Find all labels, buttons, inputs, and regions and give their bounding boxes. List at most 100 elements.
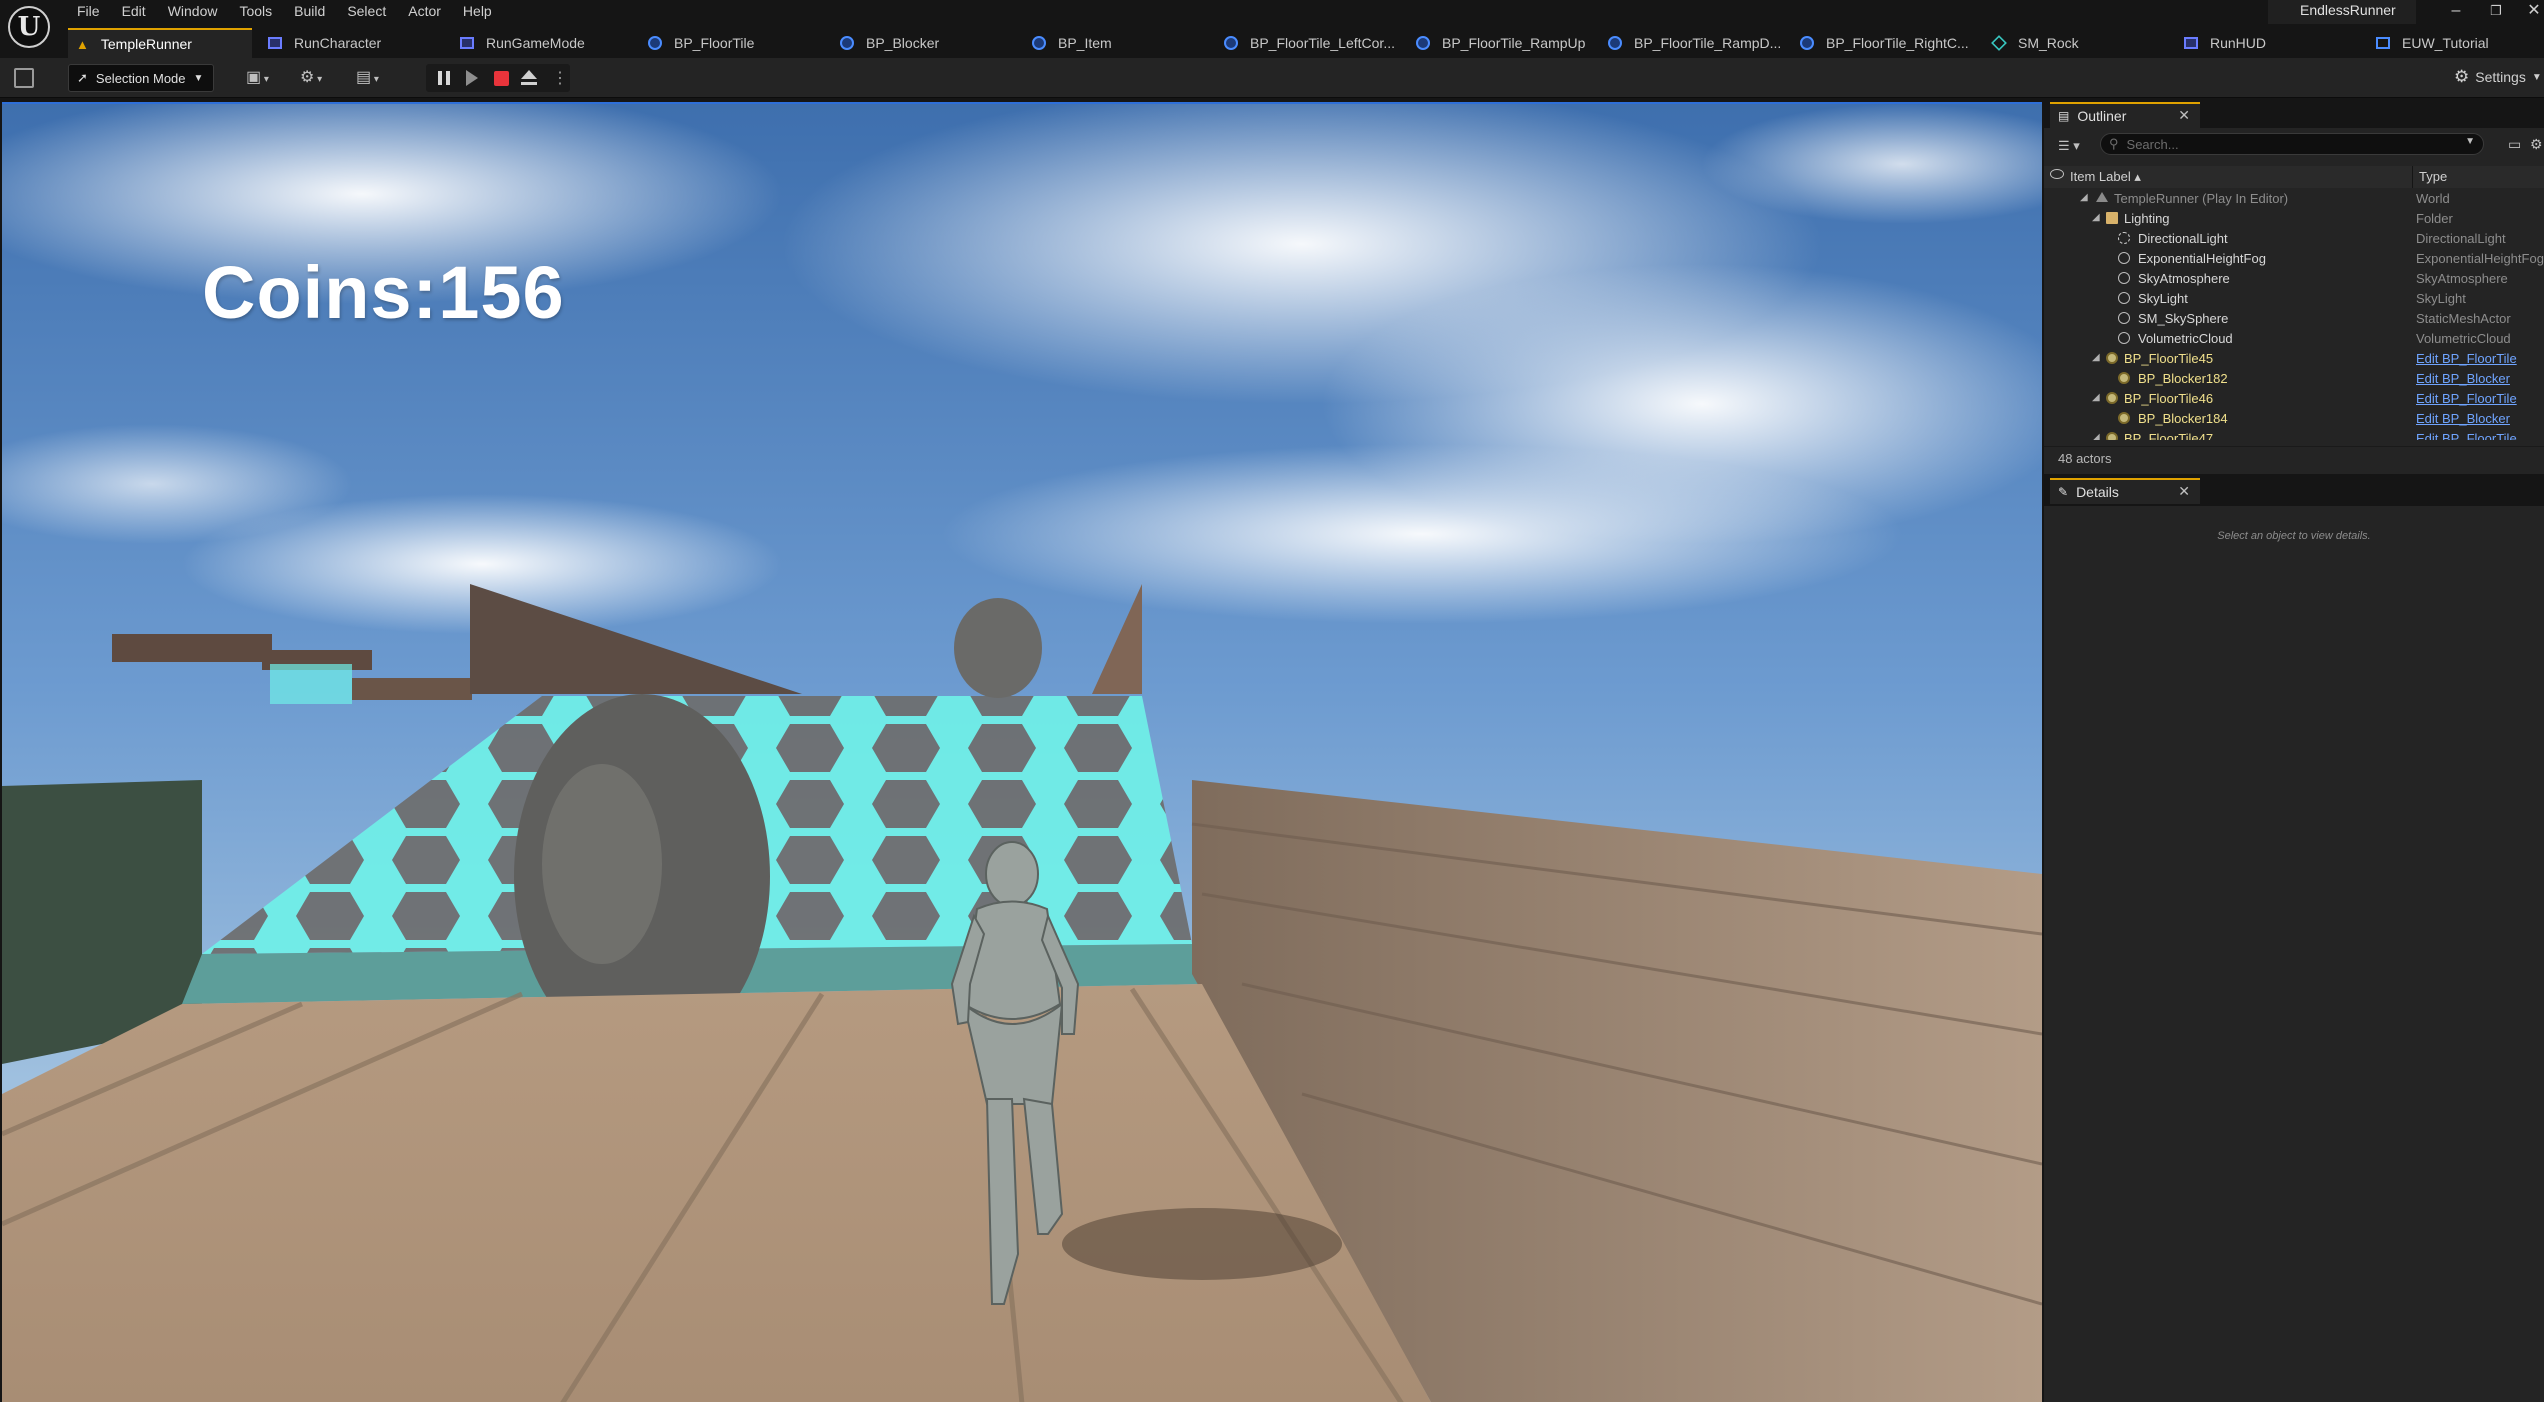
collapse-arrow-icon[interactable]: ◢ — [2092, 352, 2100, 363]
tab-rungamemode[interactable]: RunGameMode — [452, 28, 585, 58]
menu-window[interactable]: Window — [157, 0, 229, 24]
main-menu: File Edit Window Tools Build Select Acto… — [66, 0, 503, 24]
search-input[interactable]: Search... — [2127, 137, 2179, 152]
tree-row-label: DirectionalLight — [2138, 231, 2228, 246]
tree-row-volumetric-cloud[interactable]: VolumetricCloud VolumetricCloud — [2044, 328, 2544, 348]
tree-row-label: BP_FloorTile47 — [2124, 431, 2214, 440]
menu-build[interactable]: Build — [283, 0, 336, 24]
add-folder-icon[interactable]: ▭ — [2508, 136, 2521, 153]
more-options-icon[interactable]: ⋮ — [552, 68, 568, 88]
minimize-icon[interactable]: – — [2436, 0, 2476, 24]
tree-row-bp-blocker182[interactable]: BP_Blocker182 Edit BP_Blocker — [2044, 368, 2544, 388]
cloud-icon — [2118, 332, 2130, 344]
outliner-search[interactable]: ⚲ Search... ▼ — [2100, 133, 2484, 155]
tree-row-bp-floortile45[interactable]: ◢ BP_FloorTile45 Edit BP_FloorTile — [2044, 348, 2544, 368]
close-icon[interactable]: ✕ — [2178, 107, 2190, 124]
tree-row-label: SkyAtmosphere — [2138, 271, 2230, 286]
blueprint-actor-icon — [2106, 432, 2118, 440]
tab-label: RunHUD — [2210, 35, 2267, 51]
details-icon: ✎ — [2058, 485, 2069, 499]
tab-bp-floortile-rampup[interactable]: BP_FloorTile_RampUp — [1408, 28, 1585, 58]
tree-row-skylight[interactable]: SkyLight SkyLight — [2044, 288, 2544, 308]
tab-label: BP_FloorTile_RampUp — [1442, 35, 1586, 51]
blueprint-actor-icon — [2106, 392, 2118, 404]
gear-icon[interactable]: ⚙ — [2530, 136, 2543, 153]
tree-row-sm-skysphere[interactable]: SM_SkySphere StaticMeshActor — [2044, 308, 2544, 328]
maximize-icon[interactable]: ❐ — [2476, 0, 2516, 24]
save-icon[interactable] — [14, 68, 34, 88]
selection-mode-dropdown[interactable]: ➚ Selection Mode ▼ — [68, 64, 214, 92]
tab-euw-tutorial[interactable]: EUW_Tutorial — [2368, 28, 2489, 58]
column-type[interactable]: Type — [2412, 166, 2447, 188]
edit-blueprint-link[interactable]: Edit BP_FloorTile — [2416, 431, 2517, 440]
level-viewport[interactable]: Coins:156 — [2, 102, 2042, 1402]
tab-runcharacter[interactable]: RunCharacter — [260, 28, 381, 58]
tab-runhud[interactable]: RunHUD — [2176, 28, 2266, 58]
add-actor-icon[interactable]: ▣ ▾ — [246, 67, 269, 89]
menu-tools[interactable]: Tools — [228, 0, 283, 24]
outliner-title: Outliner — [2077, 108, 2127, 124]
menu-help[interactable]: Help — [452, 0, 503, 24]
eject-icon[interactable] — [520, 70, 538, 86]
resume-icon[interactable] — [466, 70, 478, 86]
tree-row-type: VolumetricCloud — [2416, 331, 2511, 346]
menu-edit[interactable]: Edit — [111, 0, 157, 24]
blueprint-actor-icon — [2106, 352, 2118, 364]
folder-icon — [2106, 212, 2118, 224]
menu-select[interactable]: Select — [336, 0, 397, 24]
tab-label: BP_FloorTile — [674, 35, 755, 51]
edit-blueprint-link[interactable]: Edit BP_Blocker — [2416, 371, 2510, 386]
tab-bp-floortile-leftcorner[interactable]: BP_FloorTile_LeftCor... — [1216, 28, 1395, 58]
tree-row-sky-atmosphere[interactable]: SkyAtmosphere SkyAtmosphere — [2044, 268, 2544, 288]
directional-light-icon — [2118, 232, 2130, 244]
close-icon[interactable]: ✕ — [2178, 483, 2190, 500]
close-icon[interactable]: ✕ — [2514, 0, 2544, 24]
pause-icon[interactable] — [438, 71, 450, 85]
tab-bp-item[interactable]: BP_Item — [1024, 28, 1112, 58]
edit-blueprint-link[interactable]: Edit BP_FloorTile — [2416, 391, 2517, 406]
outliner-header: Item Label ▴ Type — [2044, 166, 2544, 188]
stop-icon[interactable] — [494, 71, 509, 86]
tab-bp-floortile-rightcorner[interactable]: BP_FloorTile_RightC... — [1792, 28, 1969, 58]
collapse-arrow-icon[interactable]: ◢ — [2092, 212, 2100, 223]
tree-row-folder-lighting[interactable]: ◢ Lighting Folder — [2044, 208, 2544, 228]
collapse-arrow-icon[interactable]: ◢ — [2080, 192, 2088, 203]
column-item-label[interactable]: Item Label ▴ — [2070, 169, 2141, 185]
menu-actor[interactable]: Actor — [397, 0, 452, 24]
settings-button[interactable]: ⚙ Settings ▼ — [2454, 67, 2542, 87]
blueprints-menu-icon[interactable]: ⚙ ▾ — [300, 67, 322, 89]
tree-row-bp-blocker184[interactable]: BP_Blocker184 Edit BP_Blocker — [2044, 408, 2544, 428]
tab-bp-floortile-rampdown[interactable]: BP_FloorTile_RampD... — [1600, 28, 1781, 58]
tab-templerunner[interactable]: ▲ TempleRunner — [68, 28, 252, 58]
unreal-logo-icon[interactable]: U — [8, 6, 50, 48]
edit-blueprint-link[interactable]: Edit BP_FloorTile — [2416, 351, 2517, 366]
tab-sm-rock[interactable]: SM_Rock — [1984, 28, 2079, 58]
document-tab-bar: ▲ TempleRunner RunCharacter RunGameMode … — [0, 24, 2544, 58]
tab-details[interactable]: ✎ Details ✕ — [2050, 478, 2200, 504]
edit-blueprint-link[interactable]: Edit BP_Blocker — [2416, 411, 2510, 426]
tab-outliner[interactable]: ▤ Outliner ✕ — [2050, 102, 2200, 128]
tree-row-bp-floortile46[interactable]: ◢ BP_FloorTile46 Edit BP_FloorTile — [2044, 388, 2544, 408]
cinematics-icon[interactable]: ▤ ▾ — [356, 67, 379, 89]
filter-icon[interactable]: ☰ ▾ — [2058, 138, 2080, 154]
tree-row-label: BP_Blocker184 — [2138, 411, 2228, 426]
tree-row-type: ExponentialHeightFog — [2416, 251, 2544, 266]
tree-row-world[interactable]: ◢ TempleRunner (Play In Editor) World — [2044, 188, 2544, 208]
blueprint-icon — [1032, 36, 1046, 50]
tab-bp-floortile[interactable]: BP_FloorTile — [640, 28, 754, 58]
tab-bp-blocker[interactable]: BP_Blocker — [832, 28, 939, 58]
tree-row-height-fog[interactable]: ExponentialHeightFog ExponentialHeightFo… — [2044, 248, 2544, 268]
tree-row-directional-light[interactable]: DirectionalLight DirectionalLight — [2044, 228, 2544, 248]
tree-row-label: ExponentialHeightFog — [2138, 251, 2266, 266]
blueprint-actor-icon — [2118, 412, 2130, 424]
tree-row-bp-floortile47[interactable]: ◢ BP_FloorTile47 Edit BP_FloorTile — [2044, 428, 2544, 440]
tree-row-label: SkyLight — [2138, 291, 2188, 306]
collapse-arrow-icon[interactable]: ◢ — [2092, 392, 2100, 403]
menu-file[interactable]: File — [66, 0, 111, 24]
gear-icon: ⚙ — [2454, 67, 2470, 86]
visibility-eye-icon[interactable] — [2050, 169, 2064, 179]
selection-mode-label: Selection Mode — [95, 70, 186, 86]
static-mesh-icon — [1991, 35, 2007, 51]
collapse-arrow-icon[interactable]: ◢ — [2092, 432, 2100, 440]
chevron-down-icon: ▼ — [2465, 136, 2475, 147]
